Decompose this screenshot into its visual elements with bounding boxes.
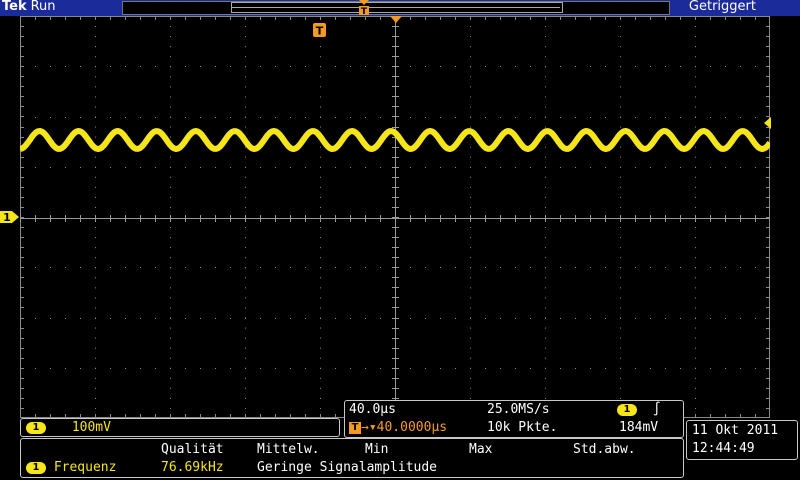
trigger-position-label: T <box>316 25 324 38</box>
measure-channel-badge: 1 <box>26 461 46 474</box>
channel1-ground-marker-icon[interactable]: 1 <box>0 209 20 225</box>
brand-run-state: Tek Run <box>2 0 56 14</box>
run-state-label: Run <box>30 0 56 14</box>
measurement-panel[interactable]: Qualität Mittelw. Min Max Std.abw. 1 Fre… <box>20 438 684 478</box>
measure-header-quality: Qualität <box>161 442 224 457</box>
trigger-delay-badge: T <box>349 421 361 434</box>
trigger-level: 184mV <box>619 420 659 435</box>
trigger-channel-badge: 1 <box>617 403 637 416</box>
measure-note: Geringe Signalamplitude <box>257 460 438 475</box>
trigger-point-arrow-icon <box>390 16 402 23</box>
channel1-ground-label: 1 <box>3 211 11 224</box>
trigger-status: Getriggert <box>688 0 756 14</box>
trigger-level-marker-icon <box>764 117 771 129</box>
measure-header-stddev: Std.abw. <box>573 442 636 457</box>
measure-value: 76.69kHz <box>161 460 224 475</box>
trigger-position-icon: T <box>313 23 326 38</box>
trigger-delay: 40.0000µs <box>376 420 448 435</box>
record-length: 10k Pkte. <box>487 420 558 435</box>
sample-rate: 25.0MS/s <box>487 402 550 417</box>
record-view-centerline <box>232 7 560 8</box>
measure-header-min: Min <box>365 442 389 457</box>
svg-text:T: T <box>361 7 368 16</box>
trigger-slope-icon: ∫ <box>652 402 661 417</box>
date-label: 11 Okt 2011 <box>692 423 779 438</box>
measure-name: Frequenz <box>53 460 117 475</box>
graticule-display <box>20 16 770 418</box>
record-trigger-marker-icon: T <box>359 0 369 16</box>
measure-header-mean: Mittelw. <box>257 442 320 457</box>
brand-label: Tek <box>2 0 27 14</box>
channel1-badge: 1 <box>26 421 46 434</box>
time-per-div: 40.0µs <box>349 402 396 417</box>
timebase-trigger-panel[interactable]: 40.0µs 25.0MS/s 1 ∫ T →▾40.0000µs 10k Pkt… <box>344 400 684 438</box>
measure-header-max: Max <box>469 442 493 457</box>
channel1-scale: 100mV <box>71 420 111 435</box>
time-label: 12:44:49 <box>692 441 755 456</box>
channel1-scale-panel[interactable]: 1 100mV <box>20 418 340 437</box>
trigger-delay-arrow-icon: →▾ <box>361 420 377 435</box>
datetime-panel: 11 Okt 2011 12:44:49 <box>686 420 798 460</box>
